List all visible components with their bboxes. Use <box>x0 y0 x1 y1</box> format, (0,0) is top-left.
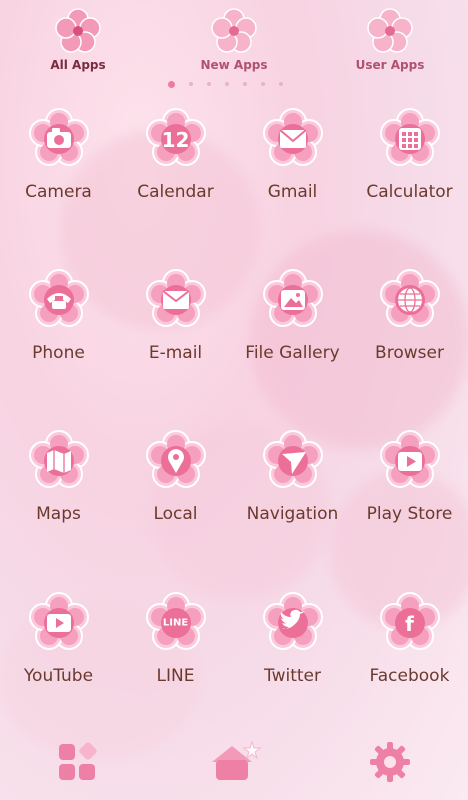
app-calculator[interactable]: Calculator <box>351 108 468 248</box>
page-dot-active <box>168 80 175 88</box>
play-store-icon <box>379 430 441 492</box>
app-label: Calculator <box>366 182 453 202</box>
app-label: Twitter <box>264 666 321 686</box>
cherry-blossom-icon <box>365 6 415 56</box>
app-phone[interactable]: Phone <box>0 269 117 409</box>
settings-gear-icon <box>367 739 413 789</box>
app-label: Gmail <box>267 182 318 202</box>
twitter-icon <box>262 592 324 654</box>
app-local[interactable]: Local <box>117 430 234 570</box>
cherry-blossom-icon <box>53 6 103 56</box>
page-dot <box>279 82 283 86</box>
navigation-icon <box>262 430 324 492</box>
dock-bar <box>0 730 468 800</box>
gmail-icon <box>262 108 324 170</box>
icon-glyph: LINE <box>162 617 189 629</box>
app-label: File Gallery <box>245 343 340 363</box>
app-label: Camera <box>25 182 92 202</box>
tab-all-apps[interactable]: All Apps <box>18 6 138 72</box>
app-drawer-icon <box>55 740 99 788</box>
app-gmail[interactable]: Gmail <box>234 108 351 248</box>
facebook-icon: f <box>379 592 441 654</box>
tab-label: User Apps <box>355 58 425 72</box>
app-label: Play Store <box>366 504 453 524</box>
app-navigation[interactable]: Navigation <box>234 430 351 570</box>
tab-label: New Apps <box>200 58 268 72</box>
calculator-icon <box>379 108 441 170</box>
page-dot <box>189 82 193 86</box>
page-indicator <box>168 79 283 89</box>
app-calendar[interactable]: 12 Calendar <box>117 108 234 248</box>
page-dot <box>225 82 229 86</box>
calendar-icon: 12 <box>145 108 207 170</box>
app-label: Maps <box>36 504 81 524</box>
page-dot <box>243 82 247 86</box>
app-camera[interactable]: Camera <box>0 108 117 248</box>
cherry-blossom-icon <box>209 6 259 56</box>
app-file-gallery[interactable]: File Gallery <box>234 269 351 409</box>
home-button[interactable] <box>204 740 264 788</box>
settings-button[interactable] <box>360 740 420 788</box>
app-label: Local <box>153 504 198 524</box>
gallery-icon <box>262 269 324 331</box>
icon-glyph: 12 <box>161 127 190 152</box>
home-icon <box>206 738 262 790</box>
youtube-icon <box>28 592 90 654</box>
app-youtube[interactable]: YouTube <box>0 592 117 732</box>
app-line[interactable]: LINE LINE <box>117 592 234 732</box>
app-label: LINE <box>156 666 195 686</box>
app-browser[interactable]: Browser <box>351 269 468 409</box>
app-label: Calendar <box>137 182 214 202</box>
tab-new-apps[interactable]: New Apps <box>174 6 294 72</box>
camera-icon <box>28 108 90 170</box>
phone-icon <box>28 269 90 331</box>
line-icon: LINE <box>145 592 207 654</box>
app-play-store[interactable]: Play Store <box>351 430 468 570</box>
tab-user-apps[interactable]: User Apps <box>330 6 450 72</box>
app-drawer-button[interactable] <box>47 740 107 788</box>
browser-icon <box>379 269 441 331</box>
local-pin-icon <box>145 430 207 492</box>
email-icon <box>145 269 207 331</box>
maps-icon <box>28 430 90 492</box>
icon-glyph: f <box>405 611 414 636</box>
app-label: E-mail <box>148 343 203 363</box>
app-e-mail[interactable]: E-mail <box>117 269 234 409</box>
app-label: Phone <box>32 343 85 363</box>
app-label: Facebook <box>369 666 450 686</box>
app-twitter[interactable]: Twitter <box>234 592 351 732</box>
tab-label: All Apps <box>50 58 106 72</box>
app-maps[interactable]: Maps <box>0 430 117 570</box>
app-label: YouTube <box>23 666 94 686</box>
app-facebook[interactable]: f Facebook <box>351 592 468 732</box>
app-label: Browser <box>375 343 444 363</box>
page-dot <box>261 82 265 86</box>
page-dot <box>207 82 211 86</box>
app-label: Navigation <box>246 504 339 524</box>
